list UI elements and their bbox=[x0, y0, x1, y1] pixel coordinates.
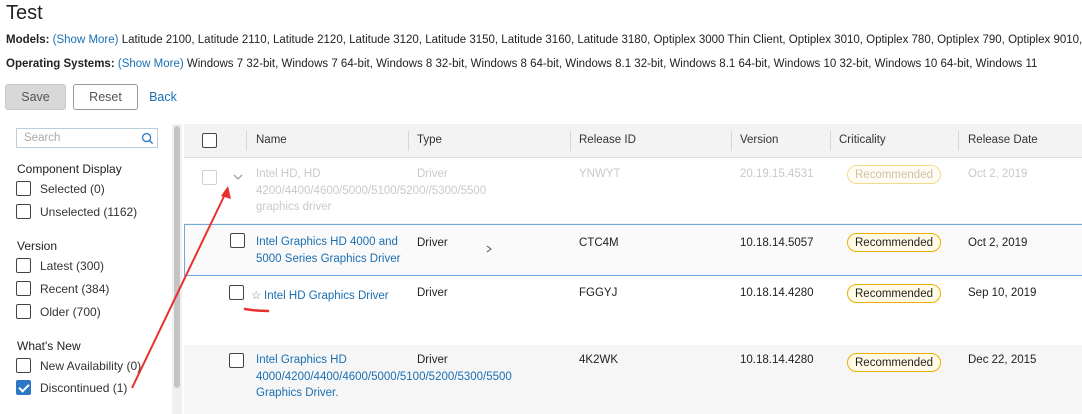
table-row[interactable]: Intel HD, HD 4200/4400/4600/5000/5100/52… bbox=[184, 158, 1082, 224]
row-release-date: Oct 2, 2019 bbox=[968, 237, 1028, 249]
row-version: 10.18.14.4280 bbox=[740, 354, 814, 366]
row-type: Driver bbox=[417, 287, 448, 299]
models-value: Latitude 2100, Latitude 2110, Latitude 2… bbox=[121, 34, 1082, 46]
row-version: 10.18.14.5057 bbox=[740, 237, 814, 249]
row-name-line: Intel Graphics HD bbox=[256, 354, 347, 366]
filter-latest-label: Latest (300) bbox=[40, 258, 105, 273]
row-release-date: Dec 22, 2015 bbox=[968, 354, 1037, 366]
filter-new-availability[interactable]: New Availability (0) bbox=[16, 358, 141, 373]
sidebar-scrollbar[interactable] bbox=[172, 124, 182, 414]
row-type: Driver bbox=[417, 237, 448, 249]
table-row[interactable]: Intel Graphics HD 4000/4200/4400/4600/50… bbox=[184, 345, 1082, 414]
row-name-line: 4000/4200/4400/4600/5000/5100/5200/5300/… bbox=[256, 370, 512, 383]
models-label: Models: bbox=[6, 34, 50, 46]
filter-recent[interactable]: Recent (384) bbox=[16, 281, 109, 296]
row-checkbox[interactable] bbox=[229, 353, 244, 368]
filter-sidebar: Search Component Display Selected (0) Un… bbox=[0, 120, 170, 414]
filter-unselected-label: Unselected (1162) bbox=[40, 204, 138, 219]
reset-button[interactable]: Reset bbox=[73, 84, 138, 110]
row-name-link[interactable]: Intel Graphics HD 4000/4200/4400/4600/50… bbox=[256, 352, 512, 402]
filter-discontinued-label: Discontinued (1) bbox=[40, 380, 128, 395]
select-all-checkbox[interactable] bbox=[202, 133, 217, 148]
filter-older[interactable]: Older (700) bbox=[16, 304, 101, 319]
filter-new-availability-label: New Availability (0) bbox=[40, 358, 142, 373]
row-name-line: Graphics Driver. bbox=[256, 387, 339, 399]
os-line: Operating Systems: (Show More) Windows 7… bbox=[6, 58, 1037, 70]
table-header: Name Type Release ID Version Criticality… bbox=[184, 124, 1082, 158]
discontinued-checkbox[interactable] bbox=[16, 380, 31, 395]
filter-older-label: Older (700) bbox=[40, 304, 101, 319]
search-icon[interactable] bbox=[141, 132, 154, 145]
row-name-link[interactable]: Intel Graphics HD 4000 and 5000 Series G… bbox=[256, 234, 400, 267]
column-criticality[interactable]: Criticality bbox=[839, 134, 886, 146]
star-icon[interactable]: ☆ bbox=[251, 288, 261, 305]
search-placeholder: Search bbox=[24, 132, 61, 144]
new-availability-checkbox[interactable] bbox=[16, 358, 31, 373]
row-name-line: graphics driver bbox=[256, 201, 332, 213]
selected-checkbox[interactable] bbox=[16, 181, 31, 196]
sidebar-scrollbar-thumb[interactable] bbox=[174, 126, 180, 388]
save-button[interactable]: Save bbox=[5, 84, 66, 110]
row-name-line: 5000 Series Graphics Driver bbox=[256, 252, 401, 265]
row-type: Driver bbox=[417, 168, 448, 180]
search-input[interactable]: Search bbox=[16, 128, 158, 148]
row-name[interactable]: Intel HD, HD 4200/4400/4600/5000/5100/52… bbox=[256, 166, 486, 216]
row-release-id: YNWYT bbox=[579, 168, 621, 180]
row-name-line: Intel HD, HD bbox=[256, 168, 321, 180]
row-name-line: 4200/4400/4600/5000/5100/5200//5300/5500 bbox=[256, 184, 487, 197]
page-title: Test bbox=[6, 2, 43, 24]
os-label: Operating Systems: bbox=[6, 58, 115, 70]
whats-new-heading: What's New bbox=[17, 339, 81, 353]
filter-discontinued[interactable]: Discontinued (1) bbox=[16, 380, 127, 395]
filter-unselected[interactable]: Unselected (1162) bbox=[16, 204, 137, 219]
models-show-more-link[interactable]: (Show More) bbox=[53, 34, 119, 46]
back-link[interactable]: Back bbox=[145, 84, 181, 110]
criticality-badge: Recommended bbox=[847, 233, 941, 252]
models-line: Models: (Show More) Latitude 2100, Latit… bbox=[6, 34, 1082, 46]
row-type: Driver bbox=[417, 354, 448, 366]
filter-selected-label: Selected (0) bbox=[40, 181, 105, 196]
row-release-id: 4K2WK bbox=[579, 354, 618, 366]
criticality-badge: Recommended bbox=[847, 165, 941, 184]
os-show-more-link[interactable]: (Show More) bbox=[118, 58, 184, 70]
row-release-date: Oct 2, 2019 bbox=[968, 168, 1028, 180]
row-name-line: Intel Graphics HD 4000 and bbox=[256, 236, 398, 248]
os-value: Windows 7 32-bit, Windows 7 64-bit, Wind… bbox=[186, 58, 1038, 70]
component-display-heading: Component Display bbox=[17, 162, 122, 176]
recent-checkbox[interactable] bbox=[16, 281, 31, 296]
column-release-date[interactable]: Release Date bbox=[968, 134, 1038, 146]
criticality-badge: Recommended bbox=[847, 353, 941, 372]
chevron-down-icon[interactable] bbox=[233, 173, 243, 181]
row-checkbox[interactable] bbox=[229, 285, 244, 300]
row-version: 10.18.14.4280 bbox=[740, 287, 814, 299]
version-heading: Version bbox=[17, 239, 58, 253]
row-name-link[interactable]: Intel HD Graphics Driver bbox=[264, 288, 389, 305]
latest-checkbox[interactable] bbox=[16, 258, 31, 273]
row-checkbox[interactable] bbox=[202, 170, 217, 185]
row-release-id: FGGYJ bbox=[579, 287, 618, 299]
table-row[interactable]: Intel Graphics HD 4000 and 5000 Series G… bbox=[184, 224, 1082, 276]
drivers-table: Name Type Release ID Version Criticality… bbox=[184, 124, 1082, 414]
row-release-date: Sep 10, 2019 bbox=[968, 287, 1037, 299]
filter-selected[interactable]: Selected (0) bbox=[16, 181, 105, 196]
filter-latest[interactable]: Latest (300) bbox=[16, 258, 104, 273]
mouse-cursor-icon bbox=[486, 245, 492, 253]
column-version[interactable]: Version bbox=[740, 134, 778, 146]
table-row[interactable]: ☆ Intel HD Graphics Driver Driver FGGYJ … bbox=[184, 277, 1082, 345]
column-type[interactable]: Type bbox=[417, 134, 442, 146]
row-version: 20.19.15.4531 bbox=[740, 168, 814, 180]
row-release-id: CTC4M bbox=[579, 237, 619, 249]
unselected-checkbox[interactable] bbox=[16, 204, 31, 219]
older-checkbox[interactable] bbox=[16, 304, 31, 319]
criticality-badge: Recommended bbox=[847, 284, 941, 303]
row-checkbox[interactable] bbox=[230, 233, 245, 248]
column-name[interactable]: Name bbox=[256, 134, 287, 146]
column-release-id[interactable]: Release ID bbox=[579, 134, 636, 146]
filter-recent-label: Recent (384) bbox=[40, 281, 110, 296]
